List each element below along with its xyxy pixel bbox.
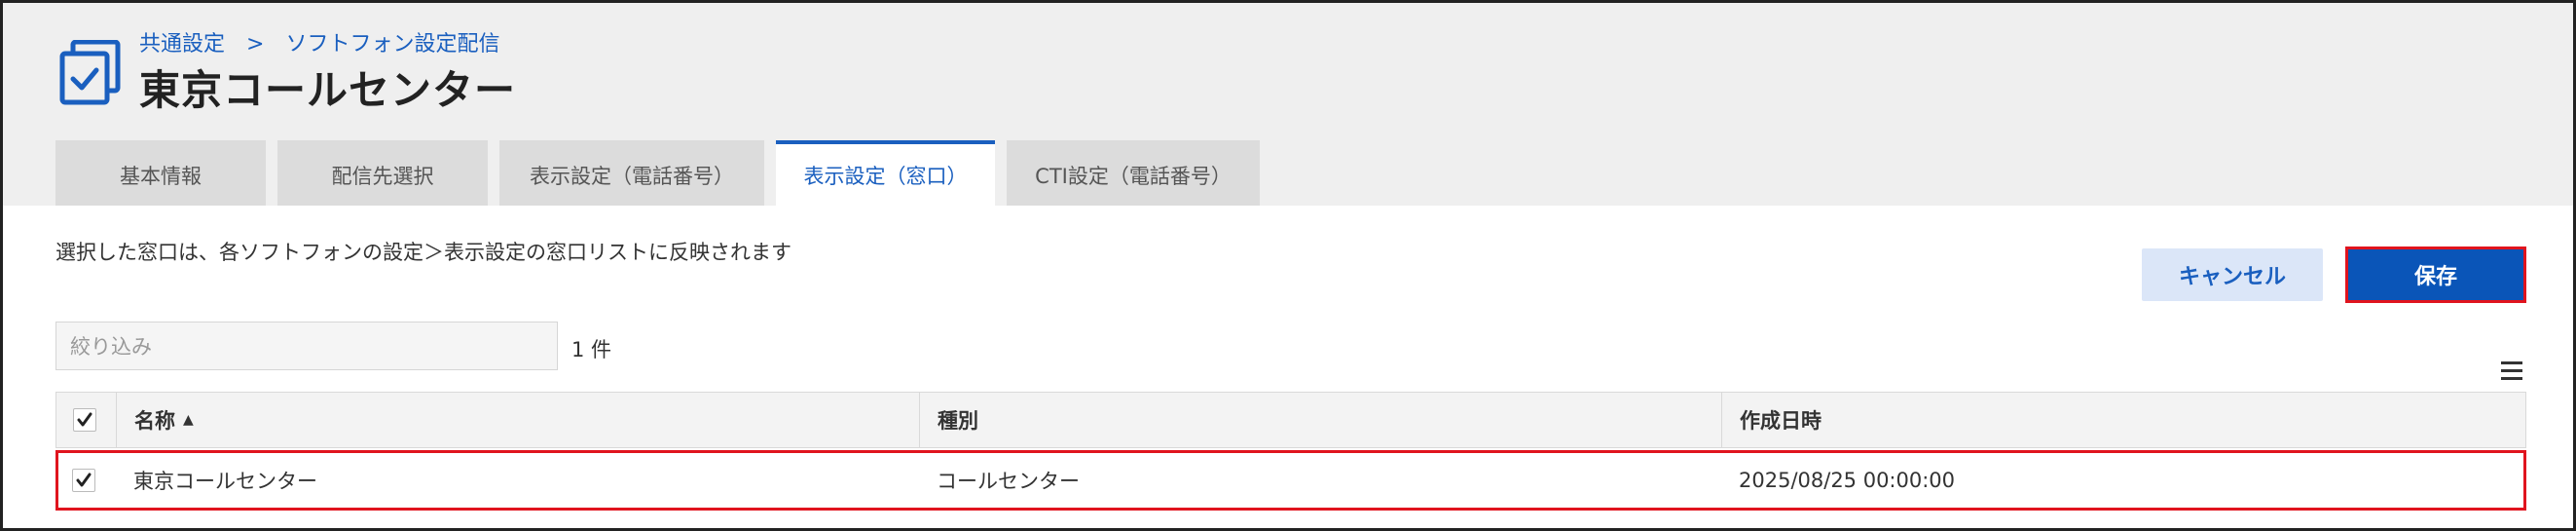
column-header-name[interactable]: 名称 ▲ [134, 393, 194, 447]
column-header-type[interactable]: 種別 [938, 393, 978, 447]
window-table: 名称 ▲ 種別 作成日時 東京コールセンター コールセンター 2025/08/2… [55, 392, 2526, 511]
filter-input[interactable]: 絞り込み [55, 322, 558, 370]
checkbox-checked-icon [72, 469, 95, 492]
breadcrumb-parent-link[interactable]: 共通設定 [139, 32, 225, 57]
tab-display-phone[interactable]: 表示設定（電話番号） [499, 140, 764, 206]
column-divider [1721, 393, 1722, 447]
app-frame: 共通設定 > ソフトフォン設定配信 東京コールセンター 基本情報 配信先選択 表示設… [0, 0, 2576, 531]
breadcrumb-current-link[interactable]: ソフトフォン設定配信 [285, 32, 499, 57]
column-header-name-label: 名称 [134, 409, 175, 433]
select-all-checkbox[interactable] [73, 393, 96, 447]
table-header: 名称 ▲ 種別 作成日時 [55, 392, 2526, 448]
breadcrumb-separator: > [246, 32, 265, 57]
clipboard-check-icon [59, 39, 122, 106]
row-checkbox[interactable] [72, 453, 95, 508]
tab-basic-info[interactable]: 基本情報 [55, 140, 266, 206]
column-menu-icon[interactable] [2501, 361, 2522, 381]
breadcrumb: 共通設定 > ソフトフォン設定配信 [139, 26, 499, 57]
tab-cti-phone[interactable]: CTI設定（電話番号） [1007, 140, 1260, 206]
checkbox-checked-icon [73, 408, 96, 432]
row-name: 東京コールセンター [133, 470, 317, 493]
tab-distribution-target[interactable]: 配信先選択 [277, 140, 488, 206]
table-row[interactable]: 東京コールセンター コールセンター 2025/08/25 00:00:00 [55, 450, 2526, 511]
column-header-created[interactable]: 作成日時 [1740, 393, 1822, 447]
tab-display-window[interactable]: 表示設定（窓口） [776, 140, 995, 206]
tab-bar: 基本情報 配信先選択 表示設定（電話番号） 表示設定（窓口） CTI設定（電話番… [55, 140, 1260, 206]
save-button[interactable]: 保存 [2345, 247, 2526, 303]
row-type: コールセンター [937, 470, 1080, 493]
sort-ascending-icon: ▲ [183, 412, 194, 428]
page-header: 共通設定 > ソフトフォン設定配信 東京コールセンター 基本情報 配信先選択 表示設… [3, 3, 2573, 206]
cancel-button[interactable]: キャンセル [2142, 248, 2323, 301]
page-title: 東京コールセンター [139, 66, 517, 114]
row-created: 2025/08/25 00:00:00 [1739, 469, 1956, 492]
column-divider [919, 393, 920, 447]
column-divider [116, 393, 117, 447]
description-text: 選択した窓口は、各ソフトフォンの設定＞表示設定の窓口リストに反映されます [55, 241, 791, 264]
result-count: 1 件 [571, 338, 612, 361]
